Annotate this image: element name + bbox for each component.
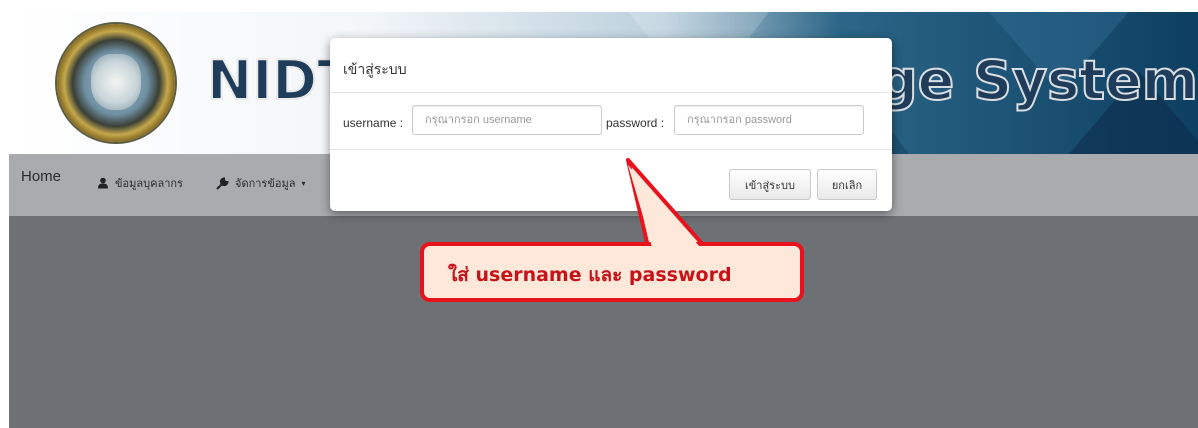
user-icon: [98, 177, 108, 189]
organization-seal-logo: [57, 24, 175, 142]
site-title-right: ge System: [878, 49, 1198, 112]
modal-body: username : password :: [330, 93, 892, 150]
modal-title: เข้าสู่ระบบ: [343, 61, 407, 77]
nav-personnel-label: ข้อมูลบุคลากร: [115, 178, 183, 190]
username-label: username :: [343, 116, 404, 130]
modal-footer: เข้าสู่ระบบ ยกเลิก: [330, 150, 892, 211]
modal-header: เข้าสู่ระบบ: [330, 38, 892, 93]
login-modal: เข้าสู่ระบบ username : password : เข้าสู…: [330, 38, 892, 211]
nav-personnel[interactable]: ข้อมูลบุคลากร: [97, 174, 183, 192]
cancel-button[interactable]: ยกเลิก: [817, 169, 877, 200]
chevron-down-icon: ▾: [301, 178, 306, 188]
password-input[interactable]: [674, 105, 864, 135]
username-input[interactable]: [412, 105, 602, 135]
password-label: password :: [606, 116, 665, 130]
wrench-icon: [216, 176, 229, 190]
seal-emblem: [91, 54, 141, 110]
login-button[interactable]: เข้าสู่ระบบ: [729, 169, 811, 200]
nav-home-label: Home: [21, 168, 62, 185]
nav-home[interactable]: Home: [21, 168, 61, 185]
nav-manage-data-label: จัดการข้อมูล: [235, 178, 296, 190]
instruction-callout: ใส่ username และ password: [420, 242, 804, 302]
callout-text: ใส่ username และ password: [448, 264, 732, 286]
nav-manage-data[interactable]: จัดการข้อมูล ▾: [216, 174, 305, 192]
